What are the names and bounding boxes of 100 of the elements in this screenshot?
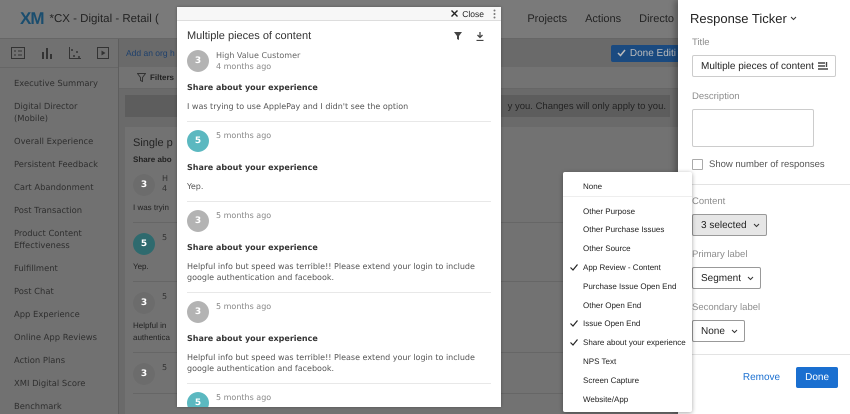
- sidebar-item[interactable]: Executive Summary: [14, 77, 112, 89]
- sidebar-item[interactable]: Product Content Effectiveness: [14, 227, 112, 251]
- timestamp: 5 months ago: [216, 210, 272, 221]
- sidebar-item[interactable]: Cart Abandonment: [14, 181, 112, 193]
- banner-text: y you. Changes will only apply to you.: [508, 100, 666, 112]
- logo: XM: [20, 9, 44, 29]
- sidebar-item[interactable]: Overall Experience: [14, 135, 112, 147]
- check-icon[interactable]: [570, 264, 578, 272]
- timestamp: 4 months ago: [216, 61, 272, 72]
- respondent-name: High Value Customer: [216, 50, 300, 61]
- dropdown[interactable]: Segment: [692, 267, 762, 289]
- checkbox[interactable]: [692, 159, 703, 170]
- chevron-down-icon[interactable]: [752, 222, 760, 228]
- score-avatar: 3: [133, 292, 155, 314]
- sidebar-item[interactable]: Action Plans: [14, 354, 112, 366]
- score-avatar: 5: [187, 392, 209, 407]
- answer-text: Helpful info but speed was terrible!! Please extend your login to include google authentication and facebook.: [187, 352, 476, 374]
- check-icon[interactable]: [570, 320, 578, 328]
- remove-link[interactable]: Remove: [742, 372, 780, 383]
- field-label: Content: [692, 196, 726, 207]
- answer-text: Yep.: [133, 261, 150, 273]
- menu-item[interactable]: Share about your experience: [563, 333, 692, 352]
- menu-item[interactable]: Website/App: [563, 390, 692, 409]
- meta-text: 5: [162, 233, 168, 243]
- modal-title: Multiple pieces of content: [187, 30, 312, 42]
- title-field[interactable]: Multiple pieces of content: [692, 55, 836, 77]
- meta-text: 5: [162, 292, 168, 302]
- menu-item[interactable]: Other Purpose: [563, 202, 692, 221]
- piped-text-icon[interactable]: [818, 62, 828, 70]
- timestamp: 5 months ago: [216, 130, 272, 141]
- question-text: Share about your experience: [187, 334, 319, 343]
- close-icon[interactable]: [451, 10, 458, 17]
- filters-button[interactable]: Filters: [137, 73, 174, 82]
- meta-text: H: [162, 174, 168, 184]
- sidebar-item[interactable]: XMI Digital Score: [14, 377, 112, 389]
- question-text: Share abo: [133, 155, 172, 164]
- menu-item[interactable]: Screen Capture: [563, 370, 692, 390]
- answer-text: Yep.: [187, 181, 204, 192]
- question-text: Share about your experience: [187, 163, 319, 172]
- chevron-down-icon[interactable]: [747, 276, 754, 280]
- score-avatar: 3: [133, 363, 155, 385]
- field-label: Secondary label: [692, 302, 762, 313]
- menu-item[interactable]: Other Purchase Issues: [563, 220, 692, 240]
- answer-text: Helpful in authentica: [133, 320, 171, 344]
- score-avatar: 3: [187, 301, 209, 323]
- list-icon[interactable]: [11, 47, 25, 59]
- sidebar-item[interactable]: Post Chat: [14, 285, 112, 297]
- answer-text: I was tryin: [133, 202, 170, 214]
- download-icon[interactable]: [476, 32, 484, 40]
- score-avatar: 5: [187, 130, 209, 152]
- answer-text: Helpful info but speed was terrible!! Please extend your login to include google authentication and facebook.: [187, 261, 476, 283]
- widget-title: Single p: [133, 137, 173, 149]
- menu-item[interactable]: Other Source: [563, 239, 692, 258]
- description-field[interactable]: [692, 109, 814, 147]
- done-editing-button[interactable]: Done Editi: [610, 44, 678, 62]
- score-avatar: 3: [187, 50, 209, 72]
- chevron-down-icon[interactable]: [790, 16, 797, 21]
- checkbox-label: Show number of responses: [709, 159, 825, 170]
- menu-item[interactable]: Other Open End: [563, 296, 692, 315]
- answer-text: I was trying to use ApplePay and I didn't see the option: [187, 101, 410, 112]
- nav-link[interactable]: Directo: [639, 13, 674, 25]
- field-label: Primary label: [692, 249, 748, 260]
- nav-link[interactable]: Projects: [527, 13, 568, 25]
- field-label: Description: [692, 91, 741, 102]
- close-button[interactable]: Close: [451, 8, 484, 18]
- panel-title[interactable]: Response Ticker: [678, 0, 797, 26]
- project-title: *CX - Digital - Retail (: [50, 13, 159, 25]
- chevron-down-icon[interactable]: [730, 328, 738, 334]
- score-avatar: 3: [133, 174, 155, 196]
- sidebar-item[interactable]: Digital Director (Mobile): [14, 100, 112, 124]
- timestamp: 5 months ago: [216, 301, 272, 312]
- menu-item[interactable]: NPS Text: [563, 352, 692, 371]
- menu-item[interactable]: Purchase Issue Open End: [563, 276, 692, 296]
- field-label: Title: [692, 37, 711, 48]
- menu-item[interactable]: None: [563, 177, 692, 196]
- scatter-icon[interactable]: [69, 47, 81, 59]
- meta-text: 5: [162, 363, 168, 373]
- check-icon[interactable]: [570, 339, 578, 346]
- score-avatar: 3: [187, 210, 209, 232]
- sidebar-item[interactable]: App Experience: [14, 308, 112, 320]
- kebab-menu-icon[interactable]: [493, 8, 496, 18]
- score-avatar: 5: [133, 233, 155, 255]
- menu-item[interactable]: Issue Open End: [563, 314, 692, 334]
- play-icon[interactable]: [97, 47, 109, 59]
- bar-chart-icon[interactable]: [41, 47, 53, 59]
- check-icon[interactable]: [616, 49, 626, 57]
- question-text: Share about your experience: [187, 83, 319, 92]
- question-text: Share about your experience: [187, 243, 319, 252]
- done-button[interactable]: Done: [796, 367, 838, 388]
- menu-item[interactable]: App Review - Content: [563, 258, 692, 277]
- filter-icon[interactable]: [454, 32, 462, 40]
- timestamp: 5 months ago: [216, 392, 272, 403]
- dropdown[interactable]: 3 selected: [692, 214, 767, 236]
- sidebar-item[interactable]: Post Transaction: [14, 204, 112, 216]
- sidebar-item[interactable]: Online App Reviews: [14, 331, 112, 343]
- nav-link[interactable]: Actions: [585, 13, 622, 25]
- sidebar-item[interactable]: Benchmark: [14, 400, 112, 412]
- sidebar-item[interactable]: Persistent Feedback: [14, 158, 112, 170]
- sidebar-item[interactable]: Fulfillment: [14, 262, 112, 274]
- dropdown[interactable]: None: [692, 320, 745, 342]
